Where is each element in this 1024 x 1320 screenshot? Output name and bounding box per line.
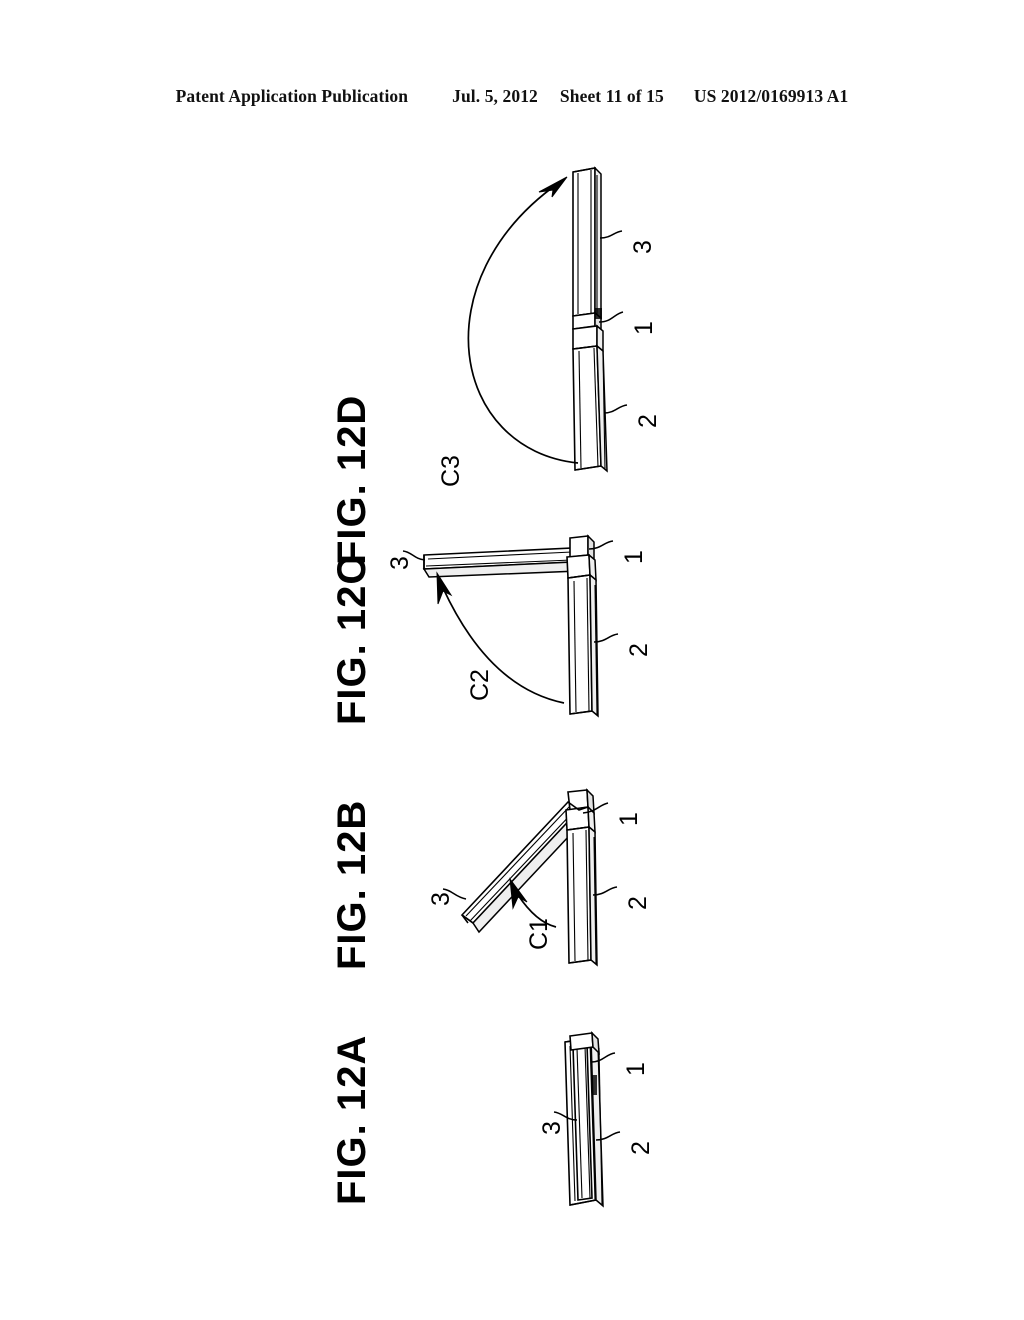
callout-2: 2	[627, 1141, 655, 1155]
figure-12d: FIG. 12D C3 3 1 2	[0, 150, 1024, 565]
rotation-arc-c2	[436, 571, 565, 704]
display-panel-upper	[422, 547, 580, 578]
figure-12c: FIG. 12C C2 3 1 2	[0, 515, 1024, 765]
body-panel-lower	[567, 573, 599, 718]
callout-1: 1	[620, 550, 648, 564]
display-panel-upper	[572, 166, 602, 320]
callout-3: 3	[629, 240, 657, 254]
arc-label-c1: C1	[525, 918, 553, 950]
figure-12c-drawing	[402, 534, 619, 718]
hinge	[566, 534, 597, 582]
callout-1: 1	[630, 321, 658, 335]
figure-12b-drawing	[442, 788, 618, 967]
callout-3: 3	[427, 892, 455, 906]
arc-label-c3: C3	[437, 455, 465, 487]
arc-label-c2: C2	[466, 669, 494, 701]
callout-2: 2	[624, 896, 652, 910]
body-panel-lower	[566, 825, 598, 967]
header-publication: Patent Application Publication	[175, 86, 409, 106]
patent-drawing-page: Patent Application Publication Jul. 5, 2…	[0, 0, 1024, 1320]
body-panel-lower	[572, 344, 608, 473]
figure-12a: FIG. 12A 1 3 2	[0, 1020, 1024, 1240]
figure-12b: FIG. 12B C1 3 1 2	[0, 775, 1024, 1005]
page-header: Patent Application Publication Jul. 5, 2…	[0, 86, 1024, 107]
callout-3: 3	[386, 556, 414, 570]
header-date: Jul. 5, 2012	[452, 86, 538, 106]
header-sheet: Sheet 11 of 15	[559, 86, 664, 106]
callout-1: 1	[622, 1062, 650, 1076]
header-document-number: US 2012/0169913 A1	[693, 86, 849, 106]
rotation-arc-c3	[467, 176, 579, 464]
callout-2: 2	[625, 643, 653, 657]
figure-12a-drawing	[553, 1031, 621, 1208]
callout-1: 1	[615, 812, 643, 826]
callout-3: 3	[538, 1121, 566, 1135]
callout-2: 2	[634, 414, 662, 428]
figure-12d-drawing	[467, 166, 628, 473]
